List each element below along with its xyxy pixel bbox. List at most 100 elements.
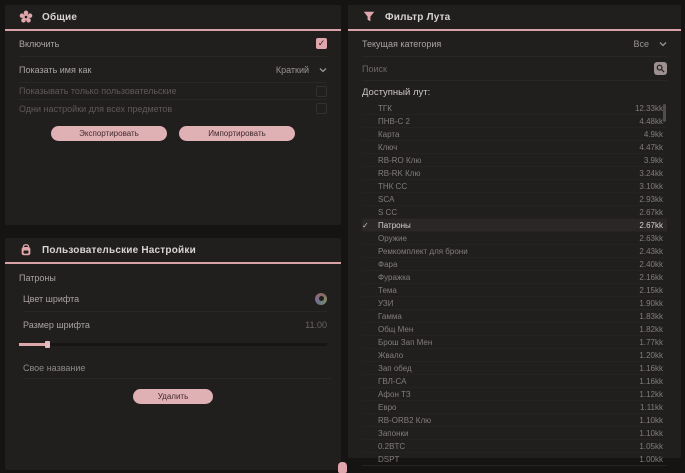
delete-button[interactable]: Удалить (133, 389, 213, 404)
custom-settings-panel: Пользовательские Настройки Патроны Цвет … (5, 238, 341, 470)
only-custom-row: Показывать только пользовательские (19, 83, 327, 100)
loot-item-row[interactable]: ПНВ-С 24.48kk (362, 115, 667, 128)
bottom-grip-icon[interactable] (338, 462, 347, 473)
export-button[interactable]: Экспортировать (51, 126, 167, 141)
loot-item-row[interactable]: ТНК СС3.10kk (362, 180, 667, 193)
loot-item-row[interactable]: Брош Зап Мен1.77kk (362, 336, 667, 349)
display-name-row: Показать имя как Краткий (19, 57, 327, 83)
loot-item-value: 4.47kk (639, 143, 667, 152)
loot-item-row[interactable]: DSPT1.00kk (362, 453, 667, 466)
scrollbar-thumb[interactable] (663, 104, 666, 122)
loot-item-value: 2.16kk (639, 273, 667, 282)
loot-item-name: ТНК СС (378, 182, 639, 191)
search-input[interactable] (362, 64, 654, 74)
color-wheel-icon[interactable] (315, 293, 327, 305)
loot-item-value: 1.83kk (639, 312, 667, 321)
loot-item-value: 1.00kk (639, 455, 667, 464)
loot-item-name: Брош Зап Мен (378, 338, 639, 347)
loot-item-row[interactable]: ГВЛ-СА1.16kk (362, 375, 667, 388)
loot-item-row[interactable]: Ключ4.47kk (362, 141, 667, 154)
loot-item-name: Гамма (378, 312, 639, 321)
loot-item-name: Общ Мен (378, 325, 639, 334)
category-label: Текущая категория (362, 39, 441, 49)
loot-item-name: Тема (378, 286, 639, 295)
loot-item-row[interactable]: 0.2BTC1.05kk (362, 440, 667, 453)
loot-item-value: 1.90kk (639, 299, 667, 308)
general-panel: Общие Включить ✓ Показать имя как Кратки… (5, 5, 341, 225)
only-custom-checkbox[interactable] (316, 86, 327, 97)
loot-item-row[interactable]: S СС2.67kk (362, 206, 667, 219)
selected-item-name: Патроны (19, 273, 327, 283)
font-color-label: Цвет шрифта (23, 294, 79, 304)
loot-item-row[interactable]: RB-RO Клю3.9kk (362, 154, 667, 167)
gear-flower-icon (19, 10, 33, 24)
loot-filter-title: Фильтр Лута (385, 12, 450, 23)
loot-item-row[interactable]: Афон ТЗ1.12kk (362, 388, 667, 401)
loot-item-row[interactable]: ✓Патроны2.67kk (362, 219, 667, 232)
font-color-row: Цвет шрифта (23, 286, 327, 312)
loot-item-name: ГВЛ-СА (378, 377, 639, 386)
loot-item-row[interactable]: RB-RK Клю3.24kk (362, 167, 667, 180)
font-size-slider[interactable] (19, 339, 327, 349)
import-button[interactable]: Импортировать (179, 126, 295, 141)
loot-item-value: 1.16kk (639, 377, 667, 386)
general-panel-header: Общие (5, 5, 341, 31)
loot-item-value: 1.77kk (639, 338, 667, 347)
custom-settings-header: Пользовательские Настройки (5, 238, 341, 264)
loot-item-row[interactable]: Ремкомплект для брони2.43kk (362, 245, 667, 258)
loot-item-value: 1.11kk (640, 403, 667, 412)
chevron-down-icon (319, 66, 327, 74)
available-loot-label: Доступный лут: (362, 81, 667, 102)
loot-item-row[interactable]: Зап обед1.16kk (362, 362, 667, 375)
loot-item-name: Оружие (378, 234, 639, 243)
loot-item-row[interactable]: Гамма1.83kk (362, 310, 667, 323)
loot-item-name: Запонки (378, 429, 639, 438)
loot-item-row[interactable]: УЗИ1.90kk (362, 297, 667, 310)
loot-item-name: Евро (378, 403, 640, 412)
loot-item-value: 3.24kk (639, 169, 667, 178)
loot-item-row[interactable]: Карта4.9kk (362, 128, 667, 141)
loot-item-row[interactable]: Жвало1.20kk (362, 349, 667, 362)
loot-item-row[interactable]: Тема2.15kk (362, 284, 667, 297)
loot-item-name: Афон ТЗ (378, 390, 639, 399)
display-name-dropdown[interactable]: Краткий (276, 65, 327, 75)
loot-item-row[interactable]: Запонки1.10kk (362, 427, 667, 440)
enable-checkbox[interactable]: ✓ (316, 38, 327, 49)
loot-item-row[interactable]: Фуражка2.16kk (362, 271, 667, 284)
custom-name-input[interactable] (23, 357, 331, 379)
loot-item-value: 2.43kk (639, 247, 667, 256)
loot-item-row[interactable]: Евро1.11kk (362, 401, 667, 414)
same-settings-checkbox[interactable] (316, 103, 327, 114)
slider-fill (19, 343, 47, 346)
display-name-value: Краткий (276, 65, 309, 75)
loot-item-name: Жвало (378, 351, 639, 360)
loot-item-row[interactable]: Фара2.40kk (362, 258, 667, 271)
category-row: Текущая категория Все (362, 31, 667, 57)
loot-item-value: 2.93kk (639, 195, 667, 204)
loot-item-value: 4.9kk (644, 130, 667, 139)
only-custom-label: Показывать только пользовательские (19, 86, 177, 96)
loot-item-row[interactable]: SCA2.93kk (362, 193, 667, 206)
loot-item-name: Зап обед (378, 364, 639, 373)
category-dropdown[interactable]: Все (633, 39, 667, 49)
loot-item-value: 1.12kk (639, 390, 667, 399)
loot-item-row[interactable]: RB-ORB2 Клю1.10kk (362, 414, 667, 427)
loot-item-row[interactable]: Оружие2.63kk (362, 232, 667, 245)
loot-item-value: 3.10kk (639, 182, 667, 191)
loot-item-value: 2.63kk (639, 234, 667, 243)
loot-item-value: 1.05kk (639, 442, 667, 451)
custom-settings-title: Пользовательские Настройки (42, 245, 196, 256)
loot-item-row[interactable]: Общ Мен1.82kk (362, 323, 667, 336)
general-panel-title: Общие (42, 12, 77, 23)
loot-item-row[interactable]: ТГК12.33kk (362, 102, 667, 115)
font-size-row: Размер шрифта 11.00 (23, 312, 327, 338)
slider-track (19, 343, 327, 346)
same-settings-label: Одни настройки для всех предметов (19, 104, 172, 114)
loot-item-value: 1.82kk (639, 325, 667, 334)
slider-handle[interactable] (45, 341, 50, 348)
loot-item-name: ПНВ-С 2 (378, 117, 639, 126)
loot-item-value: 1.10kk (639, 429, 667, 438)
category-value: Все (633, 39, 649, 49)
loot-item-value: 1.10kk (639, 416, 667, 425)
search-icon[interactable] (654, 62, 667, 75)
